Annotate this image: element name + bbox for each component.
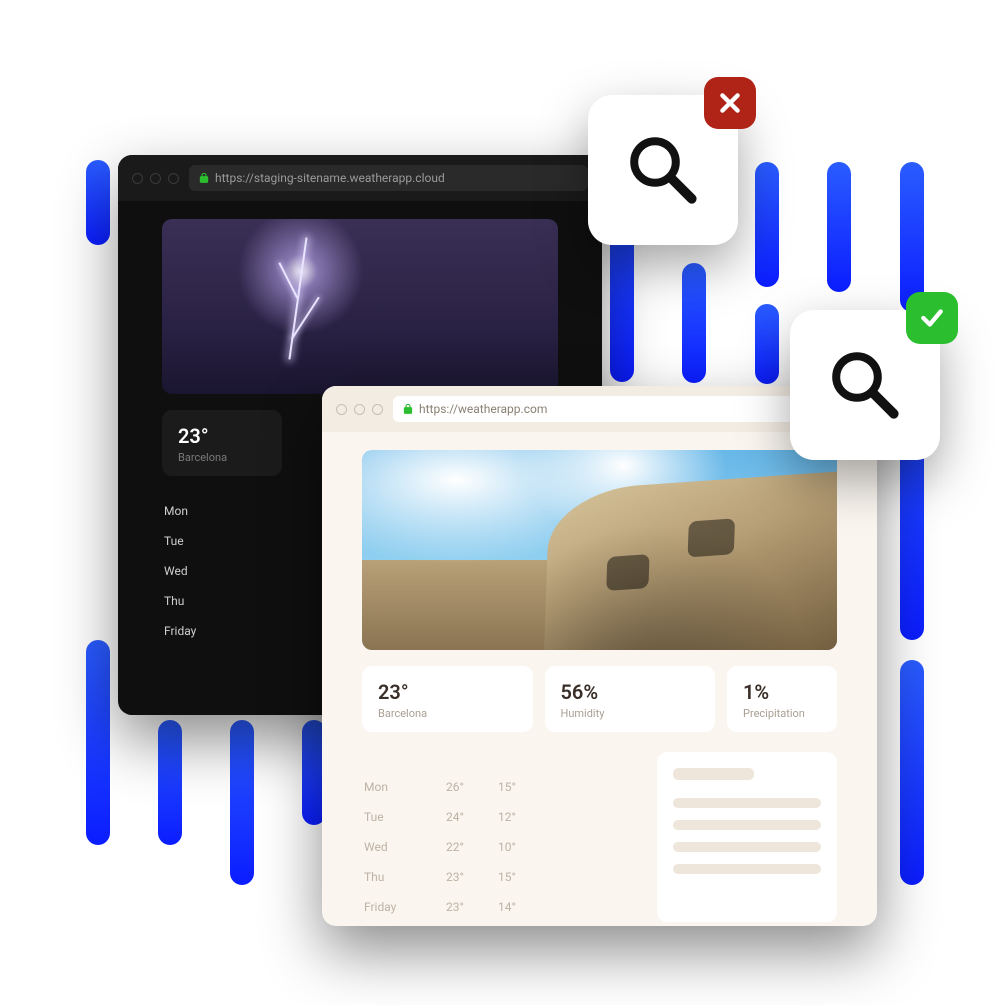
table-row: Tue 24° 12° xyxy=(362,802,639,832)
url-text: https://staging-sitename.weatherapp.clou… xyxy=(215,171,445,185)
table-row: Mon 26° 15° xyxy=(362,772,639,802)
humidity-label: Humidity xyxy=(561,707,700,720)
status-badge-ok xyxy=(906,292,958,344)
address-bar[interactable]: https://staging-sitename.weatherapp.clou… xyxy=(189,165,588,191)
forecast-table: Mon 26° 15° Tue 24° 12° Wed 22° 10° Thu … xyxy=(362,772,639,922)
traffic-lights[interactable] xyxy=(336,404,383,415)
close-icon[interactable] xyxy=(132,173,143,184)
skeleton-line xyxy=(673,820,821,830)
search-icon xyxy=(623,130,703,210)
table-row: Wed 22° 10° xyxy=(362,832,639,862)
minimize-icon[interactable] xyxy=(150,173,161,184)
precipitation-label: Precipitation xyxy=(743,707,821,720)
search-result-badge-indexed xyxy=(790,310,940,460)
hero-image-building xyxy=(362,450,837,650)
traffic-lights[interactable] xyxy=(132,173,179,184)
stat-card-location: 23° Barcelona xyxy=(162,410,282,476)
sidebar-card xyxy=(657,752,837,922)
humidity-value: 56% xyxy=(561,680,700,704)
table-row: Friday 23° 14° xyxy=(362,892,639,922)
check-icon xyxy=(919,305,945,331)
maximize-icon[interactable] xyxy=(372,404,383,415)
hero-image-lightning xyxy=(162,219,558,394)
precipitation-value: 1% xyxy=(743,680,821,704)
browser-window-production: https://weatherapp.com 23° Barcelona 56%… xyxy=(322,386,877,926)
lock-icon xyxy=(403,403,413,415)
search-icon xyxy=(825,345,905,425)
titlebar: https://staging-sitename.weatherapp.clou… xyxy=(118,155,602,201)
table-row: Thu 23° 15° xyxy=(362,862,639,892)
maximize-icon[interactable] xyxy=(168,173,179,184)
temperature-value: 23° xyxy=(378,680,517,704)
x-icon xyxy=(717,90,743,116)
search-result-badge-noindex xyxy=(588,95,738,245)
stat-card-precipitation: 1% Precipitation xyxy=(727,666,837,732)
skeleton-line xyxy=(673,864,821,874)
skeleton-line xyxy=(673,842,821,852)
status-badge-fail xyxy=(704,77,756,129)
location-label: Barcelona xyxy=(378,707,517,720)
location-label: Barcelona xyxy=(178,451,266,464)
minimize-icon[interactable] xyxy=(354,404,365,415)
stat-card-location: 23° Barcelona xyxy=(362,666,533,732)
temperature-value: 23° xyxy=(178,424,266,448)
close-icon[interactable] xyxy=(336,404,347,415)
stat-card-humidity: 56% Humidity xyxy=(545,666,716,732)
skeleton-line xyxy=(673,798,821,808)
lock-icon xyxy=(199,172,209,184)
skeleton-line xyxy=(673,768,754,780)
url-text: https://weatherapp.com xyxy=(419,402,547,416)
